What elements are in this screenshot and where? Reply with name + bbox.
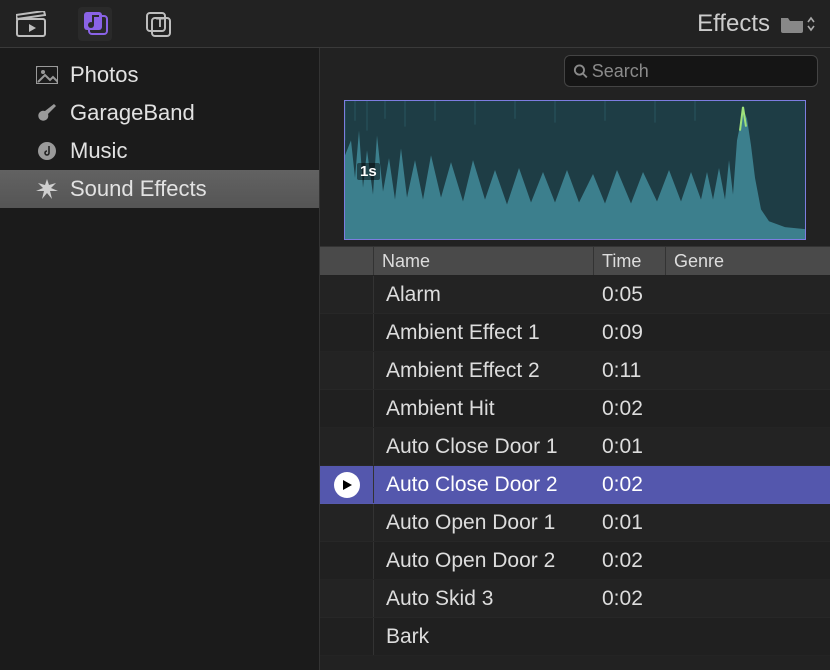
column-header-time[interactable]: Time bbox=[594, 247, 666, 275]
sound-effects-table: Alarm0:05Ambient Effect 10:09Ambient Eff… bbox=[320, 276, 830, 670]
name-cell: Auto Open Door 2 bbox=[374, 542, 594, 579]
sidebar-item-label: Music bbox=[70, 138, 127, 164]
name-cell: Auto Close Door 2 bbox=[374, 466, 594, 503]
search-icon bbox=[573, 63, 588, 79]
folder-icon bbox=[780, 15, 804, 33]
genre-cell bbox=[666, 580, 830, 617]
sidebar-item-sound-effects[interactable]: Sound Effects bbox=[0, 170, 319, 208]
table-row[interactable]: Bark bbox=[320, 618, 830, 656]
play-cell bbox=[320, 542, 374, 579]
column-header-genre[interactable]: Genre bbox=[666, 247, 830, 275]
toolbar: T Effects bbox=[0, 0, 830, 48]
sidebar-item-label: Sound Effects bbox=[70, 176, 207, 202]
play-icon bbox=[341, 479, 353, 491]
time-cell: 0:01 bbox=[594, 504, 666, 541]
search-field[interactable] bbox=[564, 55, 818, 87]
time-cell bbox=[594, 618, 666, 655]
browser-section-label: Effects bbox=[697, 10, 770, 38]
time-cell: 0:01 bbox=[594, 428, 666, 465]
table-row[interactable]: Auto Open Door 20:02 bbox=[320, 542, 830, 580]
play-cell bbox=[320, 618, 374, 655]
waveform-preview[interactable]: 1s bbox=[344, 100, 806, 240]
name-cell: Alarm bbox=[374, 276, 594, 313]
time-cell: 0:09 bbox=[594, 314, 666, 351]
table-row[interactable]: Ambient Effect 20:11 bbox=[320, 352, 830, 390]
name-cell: Auto Close Door 1 bbox=[374, 428, 594, 465]
genre-cell bbox=[666, 276, 830, 313]
genre-cell bbox=[666, 314, 830, 351]
library-folder-popup[interactable] bbox=[780, 15, 816, 33]
table-row[interactable]: Alarm0:05 bbox=[320, 276, 830, 314]
name-cell: Auto Open Door 1 bbox=[374, 504, 594, 541]
name-cell: Ambient Effect 2 bbox=[374, 352, 594, 389]
svg-text:T: T bbox=[156, 15, 164, 30]
genre-cell bbox=[666, 352, 830, 389]
sidebar-item-photos[interactable]: Photos bbox=[0, 56, 319, 94]
clapperboard-icon bbox=[16, 11, 46, 37]
search-input[interactable] bbox=[592, 61, 809, 82]
play-button[interactable] bbox=[334, 472, 360, 498]
sidebar-item-music[interactable]: Music bbox=[0, 132, 319, 170]
titles-browser-button[interactable]: T bbox=[142, 7, 176, 41]
genre-cell bbox=[666, 542, 830, 579]
time-cell: 0:05 bbox=[594, 276, 666, 313]
sidebar-item-label: Photos bbox=[70, 62, 139, 88]
name-cell: Auto Skid 3 bbox=[374, 580, 594, 617]
sidebar-item-garageband[interactable]: GarageBand bbox=[0, 94, 319, 132]
column-header-name[interactable]: Name bbox=[374, 247, 594, 275]
up-down-chevron-icon bbox=[806, 15, 816, 33]
media-categories-sidebar: Photos GarageBand Music Sound Effects bbox=[0, 48, 320, 670]
table-row[interactable]: Auto Skid 30:02 bbox=[320, 580, 830, 618]
guitar-icon bbox=[36, 102, 58, 124]
play-cell bbox=[320, 352, 374, 389]
genre-cell bbox=[666, 390, 830, 427]
table-header: Name Time Genre bbox=[320, 246, 830, 276]
play-cell bbox=[320, 428, 374, 465]
time-cell: 0:02 bbox=[594, 390, 666, 427]
title-t-icon: T bbox=[144, 11, 174, 37]
table-row[interactable]: Ambient Effect 10:09 bbox=[320, 314, 830, 352]
column-header-play[interactable] bbox=[320, 247, 374, 275]
play-cell bbox=[320, 276, 374, 313]
music-note-layers-icon bbox=[80, 11, 110, 37]
table-row[interactable]: Auto Close Door 10:01 bbox=[320, 428, 830, 466]
burst-icon bbox=[36, 178, 58, 200]
genre-cell bbox=[666, 618, 830, 655]
waveform-graphic bbox=[345, 101, 805, 239]
content-pane: 1s Name Time Genre Alarm0:05Ambient Effe… bbox=[320, 48, 830, 670]
play-cell bbox=[320, 390, 374, 427]
music-icon bbox=[36, 140, 58, 162]
waveform-time-marker: 1s bbox=[357, 163, 380, 180]
play-cell bbox=[320, 504, 374, 541]
play-cell bbox=[320, 580, 374, 617]
table-row[interactable]: Auto Close Door 20:02 bbox=[320, 466, 830, 504]
photos-icon bbox=[36, 64, 58, 86]
media-browser-button[interactable] bbox=[14, 7, 48, 41]
genre-cell bbox=[666, 428, 830, 465]
play-cell[interactable] bbox=[320, 466, 374, 503]
sidebar-item-label: GarageBand bbox=[70, 100, 195, 126]
time-cell: 0:02 bbox=[594, 580, 666, 617]
table-row[interactable]: Ambient Hit0:02 bbox=[320, 390, 830, 428]
music-browser-button[interactable] bbox=[78, 7, 112, 41]
table-row[interactable]: Auto Open Door 10:01 bbox=[320, 504, 830, 542]
name-cell: Bark bbox=[374, 618, 594, 655]
genre-cell bbox=[666, 504, 830, 541]
play-cell bbox=[320, 314, 374, 351]
genre-cell bbox=[666, 466, 830, 503]
time-cell: 0:02 bbox=[594, 466, 666, 503]
name-cell: Ambient Effect 1 bbox=[374, 314, 594, 351]
name-cell: Ambient Hit bbox=[374, 390, 594, 427]
time-cell: 0:02 bbox=[594, 542, 666, 579]
time-cell: 0:11 bbox=[594, 352, 666, 389]
